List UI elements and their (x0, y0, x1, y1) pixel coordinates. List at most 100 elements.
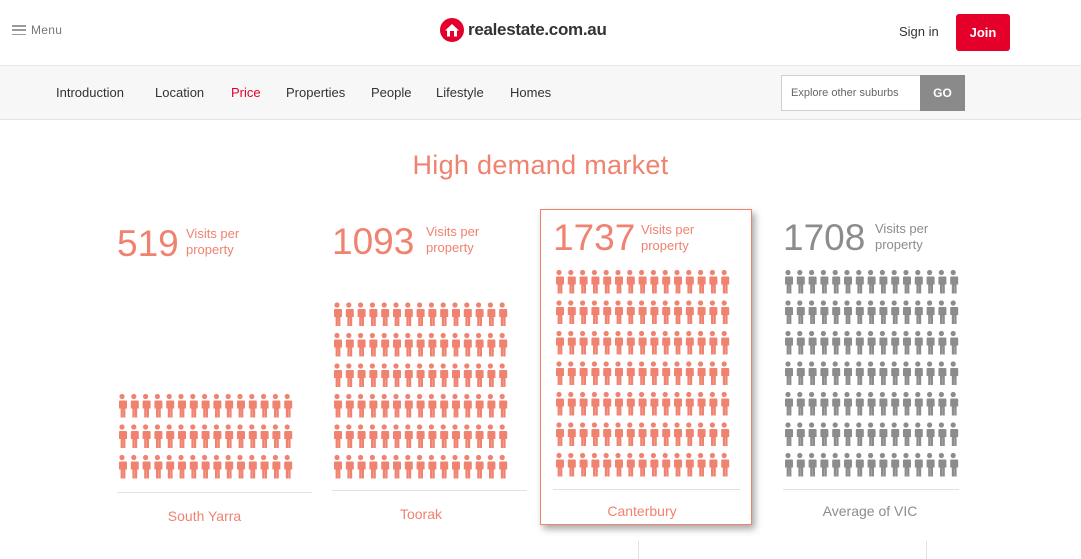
top-header: Menu realestate.com.au Sign in Join (0, 0, 1081, 66)
person-icon (878, 361, 888, 385)
person-icon (784, 269, 793, 294)
person-icon (625, 300, 635, 324)
person-icon (462, 332, 472, 357)
person-icon (854, 452, 864, 477)
person-icon (795, 391, 805, 416)
suburb-label: Toorak (399, 506, 443, 522)
site-logo[interactable]: realestate.com.au (440, 18, 607, 42)
person-icon (602, 391, 612, 416)
person-icon (415, 363, 425, 387)
person-icon (498, 393, 508, 418)
person-icon (368, 363, 378, 387)
person-icon (696, 422, 706, 446)
tab-lifestyle[interactable]: Lifestyle (436, 85, 484, 100)
person-icon (854, 330, 864, 355)
person-icon (949, 452, 959, 477)
person-icon (380, 332, 390, 357)
person-icon (486, 454, 496, 479)
person-icon (451, 332, 460, 357)
person-icon (854, 422, 864, 446)
divider (926, 541, 927, 559)
suburb-label: South Yarra (167, 508, 242, 524)
person-icon (866, 361, 876, 385)
person-icon (271, 393, 281, 418)
tab-location[interactable]: Location (155, 85, 204, 100)
people-bar (118, 393, 293, 479)
person-icon (625, 269, 635, 294)
person-icon (392, 363, 401, 387)
person-icon (807, 391, 817, 416)
person-icon (224, 393, 234, 418)
person-icon (684, 269, 694, 294)
person-icon (673, 361, 682, 385)
join-button[interactable]: Join (956, 14, 1010, 51)
person-icon (141, 393, 151, 418)
person-icon (368, 332, 378, 357)
person-icon (415, 424, 425, 448)
person-icon (498, 363, 508, 387)
tab-price[interactable]: Price (231, 85, 261, 100)
tab-homes[interactable]: Homes (510, 85, 551, 100)
person-icon (673, 330, 682, 355)
person-icon (673, 391, 682, 416)
people-bar (784, 269, 959, 477)
person-icon (890, 361, 900, 385)
person-icon (403, 302, 413, 326)
person-icon (795, 422, 805, 446)
person-icon (344, 393, 354, 418)
person-icon (854, 361, 864, 385)
person-icon (807, 361, 817, 385)
person-icon (925, 391, 935, 416)
person-icon (333, 454, 342, 479)
person-icon (392, 393, 401, 418)
person-icon (368, 424, 378, 448)
divider (638, 541, 639, 559)
person-icon (720, 269, 730, 294)
menu-button[interactable]: Menu (12, 23, 62, 37)
section-title: High demand market (412, 150, 669, 180)
person-icon (795, 330, 805, 355)
person-icon (118, 424, 127, 448)
person-icon (831, 300, 841, 324)
person-icon (555, 452, 564, 477)
person-icon (236, 393, 245, 418)
person-icon (843, 269, 852, 294)
person-icon (344, 302, 354, 326)
person-icon (696, 269, 706, 294)
person-icon (247, 454, 257, 479)
person-icon (333, 363, 342, 387)
suburb-search-input[interactable] (781, 75, 921, 111)
person-icon (602, 330, 612, 355)
person-icon (427, 424, 437, 448)
person-icon (831, 422, 841, 446)
person-icon (878, 300, 888, 324)
person-icon (878, 452, 888, 477)
suburb-label: Canterbury (607, 503, 677, 519)
person-icon (720, 452, 730, 477)
tab-properties[interactable]: Properties (286, 85, 345, 100)
person-icon (427, 393, 437, 418)
person-icon (368, 393, 378, 418)
go-button[interactable]: GO (920, 75, 965, 111)
tab-introduction[interactable]: Introduction (56, 85, 124, 100)
person-icon (356, 332, 366, 357)
person-icon (392, 302, 401, 326)
visits-value: 1708 (783, 217, 866, 258)
person-icon (637, 269, 647, 294)
person-icon (866, 300, 876, 324)
person-icon (949, 300, 959, 324)
person-icon (486, 363, 496, 387)
person-icon (271, 454, 281, 479)
person-icon (949, 391, 959, 416)
person-icon (283, 393, 293, 418)
house-logo-icon (440, 18, 464, 42)
person-icon (486, 424, 496, 448)
person-icon (474, 363, 484, 387)
person-icon (590, 330, 600, 355)
person-icon (333, 424, 342, 448)
person-icon (795, 300, 805, 324)
tab-people[interactable]: People (371, 85, 411, 100)
sign-in-link[interactable]: Sign in (899, 24, 939, 39)
person-icon (590, 300, 600, 324)
person-icon (368, 454, 378, 479)
